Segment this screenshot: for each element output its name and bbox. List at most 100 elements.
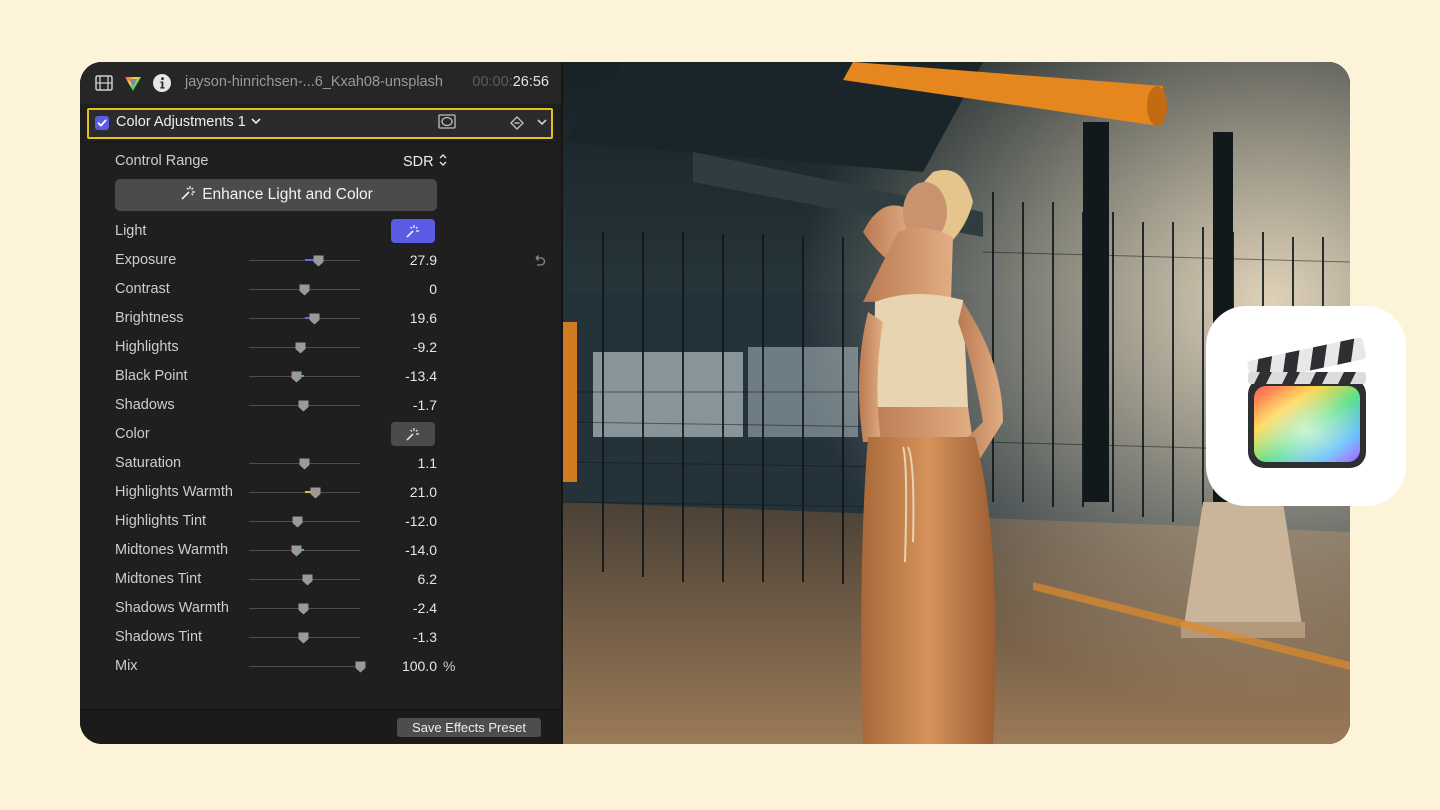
contrast-slider-thumb[interactable]: [299, 284, 310, 296]
effect-name[interactable]: Color Adjustments 1: [116, 114, 262, 130]
inspector-footer: Save Effects Preset: [80, 709, 562, 744]
black-point-slider-track[interactable]: [249, 376, 360, 377]
mix-slider-track[interactable]: [249, 666, 360, 667]
midtones-warmth-row: Midtones Warmth -14.0: [80, 536, 562, 565]
brightness-row: Brightness 19.6: [80, 304, 562, 333]
keyframe-icon[interactable]: [509, 115, 525, 131]
saturation-slider-thumb[interactable]: [299, 458, 310, 470]
highlights-tint-value[interactable]: -12.0: [405, 513, 437, 529]
midtones-tint-value[interactable]: 6.2: [418, 571, 437, 587]
black-point-slider-thumb[interactable]: [291, 371, 302, 383]
mix-unit: %: [443, 658, 455, 674]
effect-header[interactable]: Color Adjustments 1: [87, 108, 553, 139]
timecode: 00:00:26:56: [472, 74, 549, 90]
contrast-value[interactable]: 0: [429, 281, 437, 297]
black-point-label: Black Point: [115, 368, 188, 384]
final-cut-pro-icon: [1242, 338, 1372, 478]
chevron-down-icon: [250, 116, 262, 126]
checkmark-icon: [96, 117, 108, 129]
shadows-tint-value[interactable]: -1.3: [413, 629, 437, 645]
midtones-warmth-label: Midtones Warmth: [115, 542, 228, 558]
inspector-header: jayson-hinrichsen-...6_Kxah08-unsplash 0…: [80, 62, 562, 104]
mix-value[interactable]: 100.0: [402, 658, 437, 674]
magic-wand-icon: [179, 184, 197, 202]
mix-row: Mix 100.0 %: [80, 652, 562, 681]
highlights-slider-thumb[interactable]: [295, 342, 306, 354]
stepper-updown-icon: [438, 153, 448, 167]
saturation-value[interactable]: 1.1: [418, 455, 437, 471]
highlights-warmth-row: Highlights Warmth 21.0: [80, 478, 562, 507]
save-effects-preset-button[interactable]: Save Effects Preset: [397, 718, 541, 737]
highlights-warmth-label: Highlights Warmth: [115, 484, 233, 500]
exposure-label: Exposure: [115, 252, 176, 268]
midtones-warmth-slider-track[interactable]: [249, 550, 360, 551]
inspector-panel: jayson-hinrichsen-...6_Kxah08-unsplash 0…: [80, 62, 562, 744]
info-icon[interactable]: [152, 73, 172, 93]
light-section-row: Light: [80, 217, 562, 246]
highlights-value[interactable]: -9.2: [413, 339, 437, 355]
divider: [80, 142, 562, 143]
enhance-button-label: Enhance Light and Color: [202, 186, 373, 203]
app-icon-card: [1206, 306, 1406, 506]
shadows-warmth-slider-thumb[interactable]: [298, 603, 309, 615]
highlights-warmth-slider-thumb[interactable]: [310, 487, 321, 499]
highlights-tint-slider-track[interactable]: [249, 521, 360, 522]
shadows-warmth-label: Shadows Warmth: [115, 600, 229, 616]
control-range-label: Control Range: [115, 153, 209, 169]
midtones-tint-label: Midtones Tint: [115, 571, 201, 587]
highlights-warmth-value[interactable]: 21.0: [410, 484, 437, 500]
effect-menu-chevron-icon[interactable]: [535, 115, 549, 129]
color-section-label: Color: [115, 426, 150, 442]
midtones-warmth-slider-thumb[interactable]: [291, 545, 302, 557]
light-auto-button[interactable]: [391, 219, 435, 243]
shadows-warmth-value[interactable]: -2.4: [413, 600, 437, 616]
black-point-row: Black Point -13.4: [80, 362, 562, 391]
contrast-label: Contrast: [115, 281, 170, 297]
saturation-row: Saturation 1.1: [80, 449, 562, 478]
control-range-row: Control Range SDR: [80, 147, 562, 176]
brightness-slider-thumb[interactable]: [309, 313, 320, 325]
shadows-value[interactable]: -1.7: [413, 397, 437, 413]
shadows-tint-row: Shadows Tint -1.3: [80, 623, 562, 652]
highlights-tint-slider-thumb[interactable]: [292, 516, 303, 528]
shadows-warmth-row: Shadows Warmth -2.4: [80, 594, 562, 623]
exposure-row: Exposure 27.9: [80, 246, 562, 275]
mix-label: Mix: [115, 658, 138, 674]
black-point-value[interactable]: -13.4: [405, 368, 437, 384]
highlights-tint-row: Highlights Tint-12.0: [80, 507, 562, 536]
effect-enable-checkbox[interactable]: [95, 116, 109, 130]
effect-name-label: Color Adjustments 1: [116, 114, 246, 130]
clip-title: jayson-hinrichsen-...6_Kxah08-unsplash: [185, 74, 443, 90]
shadows-slider-thumb[interactable]: [298, 400, 309, 412]
magic-wand-icon: [404, 223, 422, 239]
fcp-window: jayson-hinrichsen-...6_Kxah08-unsplash 0…: [80, 62, 1350, 744]
timecode-dim: 00:00:: [472, 74, 512, 90]
shape-mask-icon[interactable]: [438, 114, 456, 129]
timecode-lit: 26:56: [513, 74, 549, 90]
saturation-label: Saturation: [115, 455, 181, 471]
shadows-tint-label: Shadows Tint: [115, 629, 202, 645]
shadows-tint-slider-thumb[interactable]: [298, 632, 309, 644]
control-range-popup[interactable]: SDR: [403, 153, 448, 170]
midtones-tint-slider-thumb[interactable]: [302, 574, 313, 586]
mix-slider-thumb[interactable]: [355, 661, 366, 673]
contrast-row: Contrast 0: [80, 275, 562, 304]
shadows-row: Shadows -1.7: [80, 391, 562, 420]
film-icon[interactable]: [94, 73, 114, 93]
magic-wand-icon: [404, 426, 422, 442]
reset-arrow-icon[interactable]: [531, 253, 547, 269]
shadows-label: Shadows: [115, 397, 175, 413]
midtones-tint-row: Midtones Tint 6.2: [80, 565, 562, 594]
light-section-label: Light: [115, 223, 146, 239]
color-prism-icon[interactable]: [123, 73, 143, 93]
brightness-value[interactable]: 19.6: [410, 310, 437, 326]
midtones-warmth-value[interactable]: -14.0: [405, 542, 437, 558]
color-auto-button[interactable]: [391, 422, 435, 446]
highlights-row: Highlights -9.2: [80, 333, 562, 362]
exposure-value[interactable]: 27.9: [410, 252, 437, 268]
highlights-label: Highlights: [115, 339, 179, 355]
enhance-light-color-button[interactable]: Enhance Light and Color: [115, 179, 437, 211]
color-section-row: Color: [80, 420, 562, 449]
exposure-slider-thumb[interactable]: [313, 255, 324, 267]
brightness-label: Brightness: [115, 310, 184, 326]
